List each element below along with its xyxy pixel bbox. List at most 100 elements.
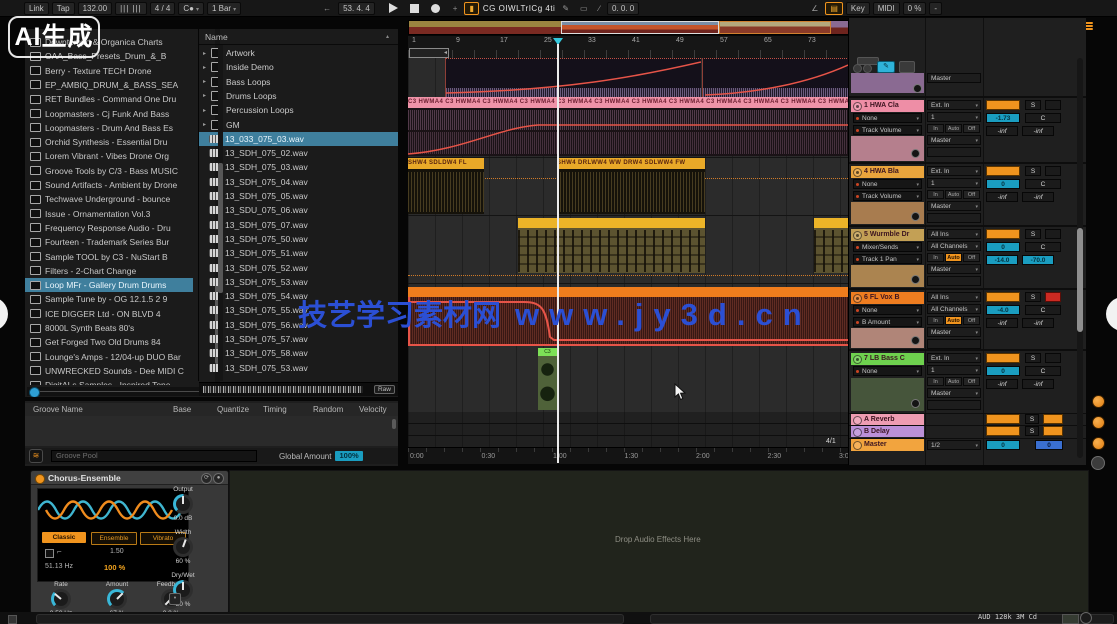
midi-clip[interactable] xyxy=(518,218,705,273)
groove-column-header[interactable]: Quantize xyxy=(217,403,249,416)
cue-volume-knob[interactable] xyxy=(1091,456,1105,470)
automation-lane-selector[interactable]: None▾ xyxy=(853,179,922,189)
folder-item[interactable]: ▸Inside Demo xyxy=(199,60,399,74)
record-button[interactable] xyxy=(431,4,440,13)
pencil-icon[interactable]: ∠ xyxy=(807,3,822,14)
monitor-buttons[interactable]: InAutoOff xyxy=(927,253,980,262)
output-routing[interactable]: Master▾ xyxy=(927,388,981,398)
track-color-body[interactable] xyxy=(851,378,924,412)
green-clip[interactable]: C3 xyxy=(538,348,557,410)
input-type-routing[interactable]: All Ins▾ xyxy=(927,229,981,239)
monitor-auto[interactable]: Auto xyxy=(945,124,962,133)
send-a-knob[interactable] xyxy=(1092,395,1105,408)
record-arm-icon[interactable] xyxy=(853,168,862,177)
tap-tempo-button[interactable]: Tap xyxy=(52,2,75,15)
volume-field[interactable]: 0 xyxy=(986,179,1020,189)
link-button[interactable]: Link xyxy=(24,2,49,15)
pack-item[interactable]: RET Bundles - Command One Dru xyxy=(25,92,193,106)
folder-item[interactable]: ▸GM xyxy=(199,118,399,132)
io-toggle-icon[interactable] xyxy=(853,64,862,73)
solo-button[interactable]: S xyxy=(1025,100,1041,110)
play-button[interactable] xyxy=(389,3,398,13)
device-fold-icon[interactable]: ● xyxy=(213,473,224,484)
arm-button[interactable] xyxy=(1045,166,1061,176)
knob-dial[interactable] xyxy=(51,589,71,609)
monitor-buttons[interactable]: InAutoOff xyxy=(927,190,980,199)
stop-button[interactable] xyxy=(410,4,419,13)
midi-clip[interactable] xyxy=(814,218,848,273)
audio-file-item[interactable]: 13_SDH_075_57.wav xyxy=(199,332,399,346)
return-activator[interactable] xyxy=(986,414,1020,424)
tempo-field[interactable]: 132.00 xyxy=(78,2,112,15)
input-channel-routing[interactable]: All Channels▾ xyxy=(927,304,981,314)
monitor-off[interactable]: Off xyxy=(963,190,980,199)
feedback-invert-button[interactable]: • xyxy=(169,593,181,605)
device-on-led[interactable] xyxy=(35,474,45,484)
pack-item[interactable]: ICE DIGGER Ltd - ON BLVD 4 xyxy=(25,307,193,321)
send-b-field[interactable]: -inf xyxy=(1022,318,1054,328)
groove-column-header[interactable]: Random xyxy=(313,403,343,416)
time-ruler[interactable]: 0:000:301:001:302:002:303:00 xyxy=(408,447,848,464)
chorus-aux-amount[interactable]: 100 % xyxy=(104,563,125,572)
send-a-field[interactable]: -inf xyxy=(986,379,1018,389)
extra-routing-box[interactable] xyxy=(927,213,981,223)
pack-item[interactable]: Sample TOOL by C3 - NuStart B xyxy=(25,250,193,264)
global-amount-value[interactable]: 100% xyxy=(335,451,362,461)
send-b-knob[interactable] xyxy=(1092,416,1105,429)
device-drop-area[interactable]: Drop Audio Effects Here xyxy=(229,470,1089,614)
automation-lane-selector[interactable]: Track 1 Pan▾ xyxy=(853,254,922,264)
chorus-aux-rate[interactable]: 51.13 Hz xyxy=(45,563,73,570)
mixer-toggle-icon[interactable] xyxy=(899,61,915,73)
arm-button[interactable] xyxy=(1045,353,1061,363)
input-type-routing[interactable]: All Ins▾ xyxy=(927,292,981,302)
send-b-field[interactable]: -inf xyxy=(1022,126,1054,136)
folder-item[interactable]: ▸Percussion Loops xyxy=(199,103,399,117)
monitor-buttons[interactable]: InAutoOff xyxy=(927,124,980,133)
monitor-in[interactable]: In xyxy=(927,253,944,262)
monitor-off[interactable]: Off xyxy=(963,377,980,386)
return-send-box[interactable] xyxy=(1043,414,1063,424)
overview-segment[interactable] xyxy=(719,21,831,34)
midi-map-button[interactable]: MIDI xyxy=(873,2,900,15)
record-arm-icon[interactable] xyxy=(853,231,862,240)
pan-field[interactable]: C xyxy=(1025,366,1061,376)
groove-column-header[interactable]: Groove Name xyxy=(33,403,83,416)
solo-button[interactable]: S xyxy=(1025,353,1041,363)
output-routing[interactable]: Master▾ xyxy=(927,327,981,337)
expand-triangle-icon[interactable]: ▸ xyxy=(203,121,209,128)
automation-lane-selector[interactable]: B Amount▾ xyxy=(853,317,922,327)
carousel-prev-button[interactable]: ‹ xyxy=(0,297,8,331)
track-activator[interactable] xyxy=(986,100,1020,110)
monitor-auto[interactable]: Auto xyxy=(945,190,962,199)
folder-item[interactable]: ▸Drums Loops xyxy=(199,89,399,103)
lane-green[interactable]: C3 xyxy=(408,345,848,412)
arrangement-lanes[interactable]: C3 HWMA4 C3 HWMA4 C3 HWMA4 C3 HWMA4 C3 H… xyxy=(408,58,848,412)
volume-field[interactable]: 0 xyxy=(986,242,1020,252)
arm-button[interactable] xyxy=(1045,292,1061,302)
send-a-field[interactable]: -inf xyxy=(986,318,1018,328)
automation-arm-button[interactable]: ▮ xyxy=(464,2,478,15)
mode-button-classic[interactable]: Classic xyxy=(42,532,86,543)
input-channel-routing[interactable]: All Channels▾ xyxy=(927,241,981,251)
pack-item[interactable]: Berry - Texture TECH Drone xyxy=(25,64,193,78)
draw-mode-icon[interactable]: ✎ xyxy=(558,3,573,14)
extra-routing-box[interactable] xyxy=(927,400,981,410)
sends-toggle-icon[interactable] xyxy=(863,64,872,73)
pan-field[interactable]: C xyxy=(1025,242,1061,252)
groove-column-header[interactable]: Base xyxy=(173,403,191,416)
pack-item[interactable]: Groove Tools by C/3 - Bass MUSIC xyxy=(25,164,193,178)
track-activator[interactable] xyxy=(986,229,1020,239)
audio-file-item[interactable]: 13_SDH_075_50.wav xyxy=(199,232,399,246)
pack-item[interactable]: Issue - Ornamentation Vol.3 xyxy=(25,207,193,221)
expand-triangle-icon[interactable]: ▸ xyxy=(203,92,209,99)
monitor-buttons[interactable]: InAutoOff xyxy=(927,316,980,325)
pack-item[interactable]: Loopmasters - Drum And Bass Es xyxy=(25,121,193,135)
monitor-in[interactable]: In xyxy=(927,190,944,199)
groove-amount-menu[interactable]: C●▾ xyxy=(178,2,204,15)
groove-pool-field[interactable]: Groove Pool xyxy=(51,450,257,462)
orange-audio-clip[interactable]: SHW4 DRLWW4 WW DRW4 SDLWW4 FW xyxy=(557,158,705,214)
output-routing[interactable]: Master▾ xyxy=(927,201,981,211)
audio-file-item[interactable]: 13_SDH_075_02.wav xyxy=(199,146,399,160)
master-volume[interactable]: 0 xyxy=(986,440,1020,450)
send-a-field[interactable]: -inf xyxy=(986,192,1018,202)
